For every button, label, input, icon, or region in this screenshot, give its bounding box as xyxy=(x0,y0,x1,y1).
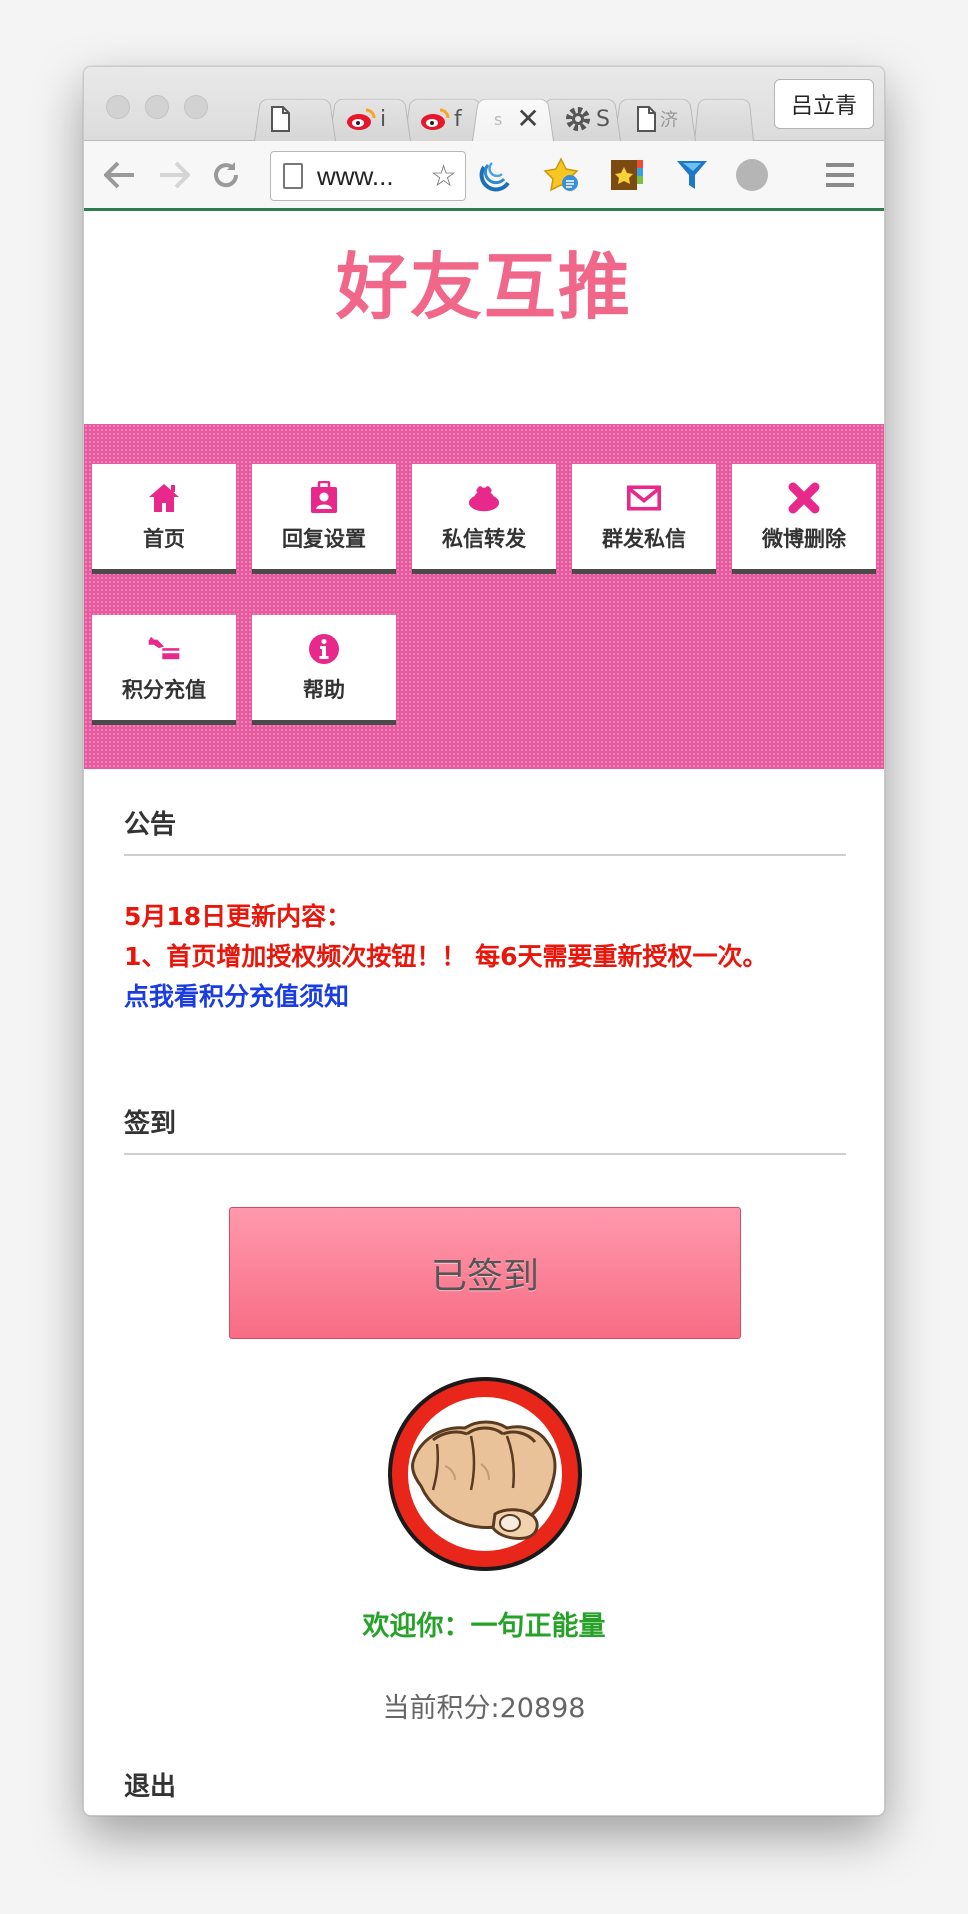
menu-item-home[interactable]: 首页 xyxy=(92,464,236,574)
menu-item-label: 首页 xyxy=(143,526,185,551)
home-icon xyxy=(147,481,181,515)
bookmark-star-icon[interactable]: ☆ xyxy=(430,159,457,194)
back-arrow-icon xyxy=(104,161,134,189)
minimize-window-button[interactable] xyxy=(145,95,169,119)
extension-gray-circle-icon[interactable] xyxy=(732,155,772,195)
reload-icon xyxy=(214,162,239,188)
menu-item-label: 微博删除 xyxy=(762,526,846,551)
tab-label: 济 xyxy=(660,110,678,131)
envelope-icon xyxy=(627,481,661,515)
menu-item-label: 回复设置 xyxy=(282,526,366,551)
close-window-button[interactable] xyxy=(106,95,130,119)
signin-heading: 签到 xyxy=(124,1103,846,1155)
menu-item-label: 群发私信 xyxy=(602,526,686,551)
hand-card-icon xyxy=(147,632,181,666)
menu-item-label: 积分充值 xyxy=(122,677,206,702)
new-tab-button[interactable] xyxy=(694,98,754,141)
menu-item-dm-forward[interactable]: 私信转发 xyxy=(412,464,556,574)
menu-item-label: 帮助 xyxy=(303,677,345,702)
forward-arrow-icon xyxy=(160,161,190,189)
menu-item-weibo-delete[interactable]: 微博删除 xyxy=(732,464,876,574)
points-balance: 当前积分:20898 xyxy=(382,1693,586,1724)
page-icon xyxy=(283,163,303,189)
extension-favorites-icon[interactable] xyxy=(608,155,648,195)
logout-link[interactable]: 退出 xyxy=(124,1766,846,1815)
nav-panel: 首页 回复设置 私信转发 群发私信 微博删除 积分充值 帮助 xyxy=(84,424,884,769)
menu-item-points-recharge[interactable]: 积分充值 xyxy=(92,615,236,725)
profile-button[interactable]: 吕立青 xyxy=(774,79,874,129)
browser-toolbar: www... ☆ xyxy=(84,141,884,211)
menu-hamburger-icon[interactable] xyxy=(820,155,860,195)
extension-funnel-icon[interactable] xyxy=(672,155,712,195)
menu-item-help[interactable]: 帮助 xyxy=(252,615,396,725)
tab-strip: i f s ✕ S 济 吕立青 xyxy=(84,67,884,141)
announcement-line-2: 1、首页增加授权频次按钮！！ 每6天需要重新授权一次。 xyxy=(124,942,768,971)
web-page: 好友互推 首页 回复设置 私信转发 群发私信 微博删除 积分充值 帮助 公告 5… xyxy=(84,214,884,1815)
purse-icon xyxy=(467,481,501,515)
url-text: www... xyxy=(317,160,394,191)
recharge-notice-link[interactable]: 点我看积分充值须知 xyxy=(124,977,854,1017)
tab-1[interactable] xyxy=(254,98,336,141)
announcement-heading: 公告 xyxy=(124,804,846,856)
menu-item-reply-settings[interactable]: 回复设置 xyxy=(252,464,396,574)
menu-item-label: 私信转发 xyxy=(442,526,526,551)
cross-icon xyxy=(787,481,821,515)
tab-label: i xyxy=(380,106,387,132)
welcome-text: 欢迎你：一句正能量 xyxy=(362,1611,606,1642)
extension-bookmark-star-icon[interactable] xyxy=(542,155,582,195)
gear-icon xyxy=(566,107,590,131)
tab-label: s xyxy=(494,109,503,129)
address-bar[interactable]: www... ☆ xyxy=(270,151,466,201)
fist-icon xyxy=(388,1377,582,1571)
reload-button[interactable] xyxy=(206,155,246,195)
announcement-body: 5月18日更新内容： 1、首页增加授权频次按钮！！ 每6天需要重新授权一次。 点… xyxy=(124,897,854,1017)
close-tab-icon[interactable]: ✕ xyxy=(516,105,539,133)
page-icon xyxy=(637,106,656,132)
info-icon xyxy=(307,632,341,666)
contact-card-icon xyxy=(307,480,341,515)
weibo-icon xyxy=(347,108,376,130)
avatar xyxy=(385,1374,585,1574)
signed-in-button[interactable]: 已签到 xyxy=(229,1207,741,1339)
site-title: 好友互推 xyxy=(335,245,632,329)
announcement-line-1: 5月18日更新内容： xyxy=(124,902,352,931)
menu-item-mass-dm[interactable]: 群发私信 xyxy=(572,464,716,574)
browser-window: i f s ✕ S 济 吕立青 www... ☆ 好友互推 首页 回复设置 私信… xyxy=(83,66,885,1816)
extension-jquery-icon[interactable] xyxy=(476,155,516,195)
zoom-window-button[interactable] xyxy=(184,95,208,119)
tab-label: f xyxy=(454,106,462,132)
forward-button[interactable] xyxy=(154,155,194,195)
tab-label: S xyxy=(596,106,610,132)
page-icon xyxy=(271,106,290,132)
weibo-icon xyxy=(421,108,450,130)
back-button[interactable] xyxy=(100,155,140,195)
